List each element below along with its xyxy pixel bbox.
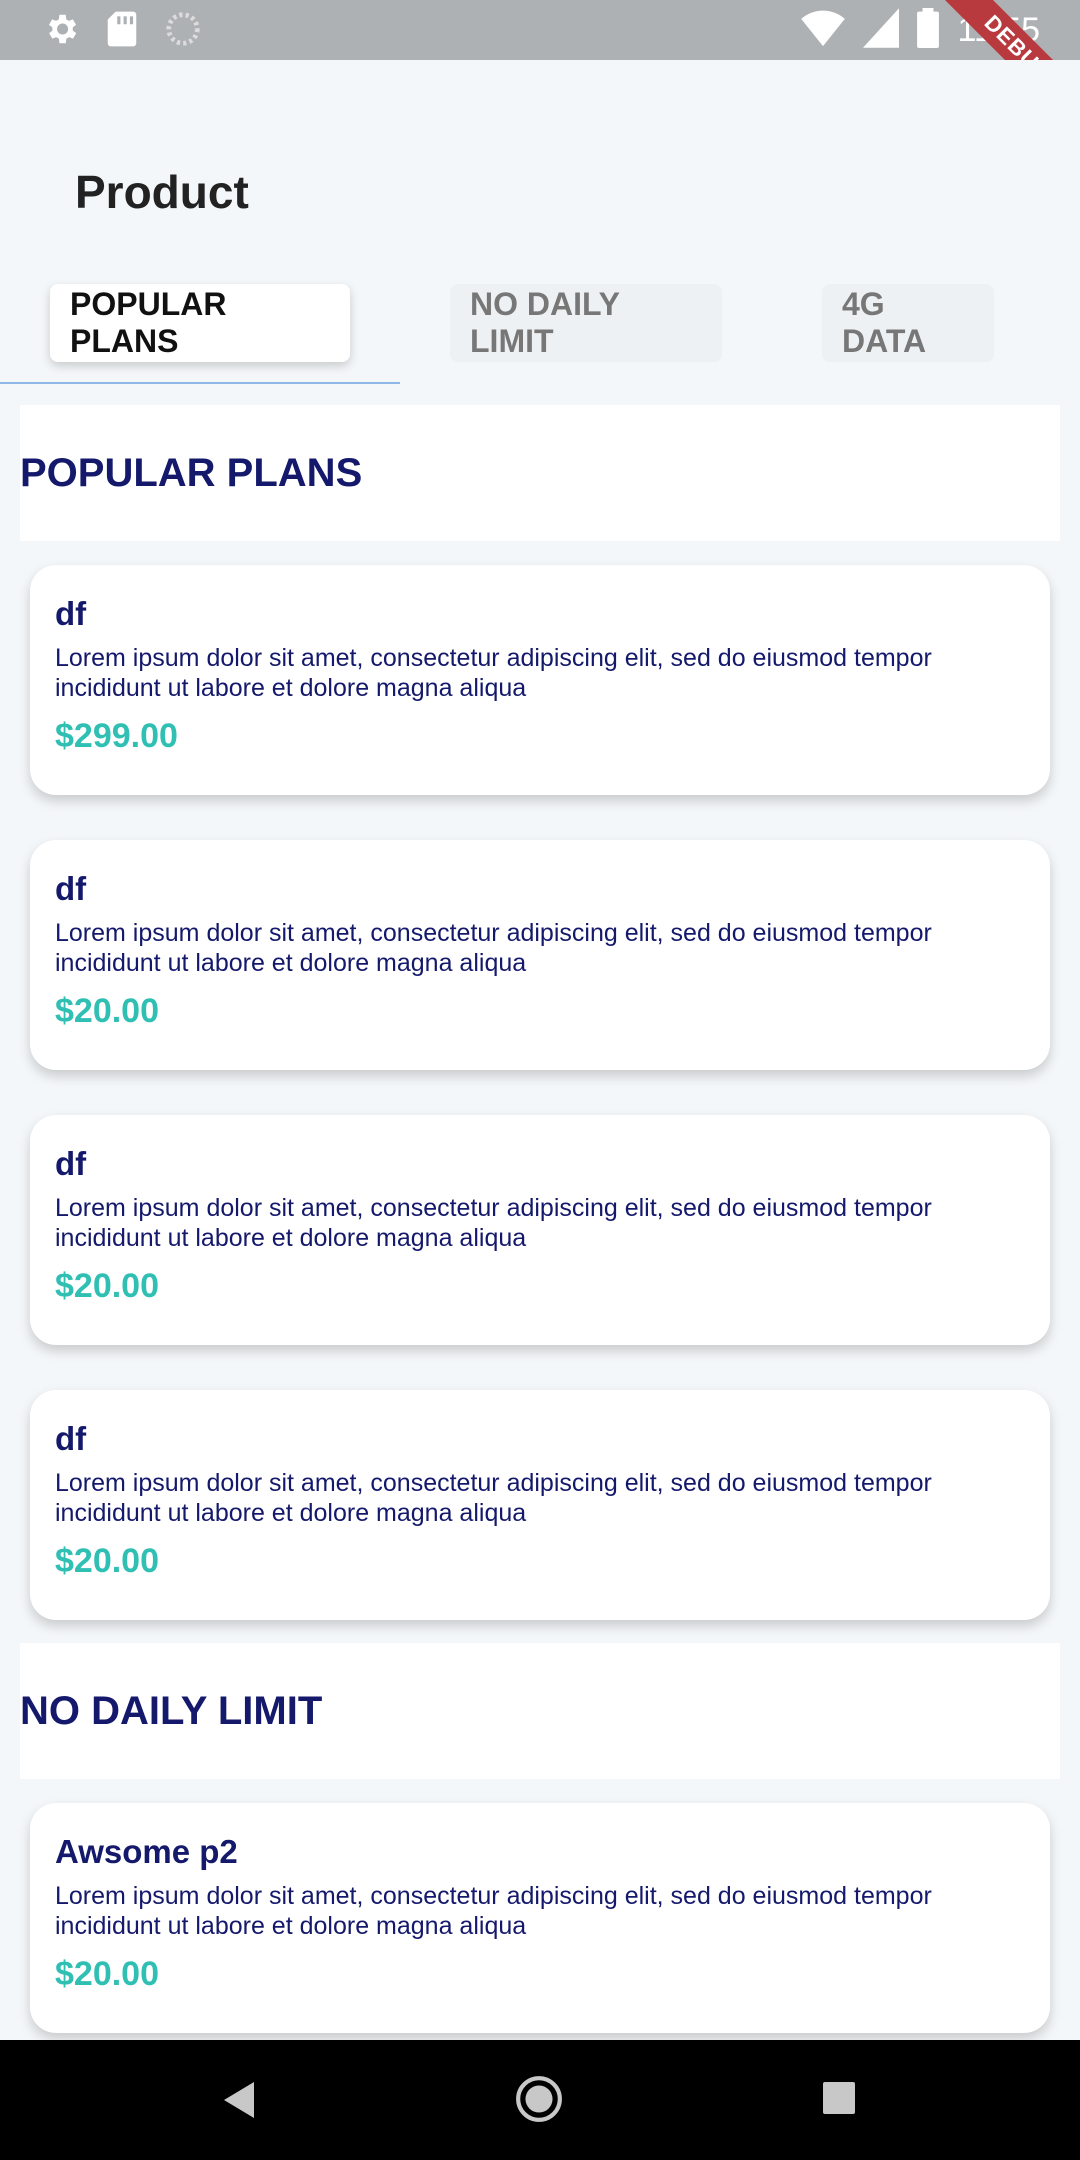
section-header-no-daily-limit: NO DAILY LIMIT <box>20 1643 1060 1779</box>
plan-card[interactable]: df Lorem ipsum dolor sit amet, consectet… <box>30 1115 1050 1345</box>
plan-description: Lorem ipsum dolor sit amet, consectetur … <box>55 644 932 702</box>
plan-card[interactable]: df Lorem ipsum dolor sit amet, consectet… <box>30 840 1050 1070</box>
plan-name: df <box>55 1420 87 1457</box>
system-nav-bar <box>0 2040 1080 2160</box>
plan-price: $299.00 <box>55 717 178 755</box>
home-icon[interactable] <box>514 2074 564 2129</box>
sd-card-icon <box>106 10 138 53</box>
page-title: Product <box>75 166 249 218</box>
tab-popular-plans[interactable]: POPULAR PLANS <box>50 284 350 362</box>
section-header-popular-plans: POPULAR PLANS <box>20 405 1060 541</box>
section-title: POPULAR PLANS <box>20 450 363 495</box>
plan-name: df <box>55 870 87 907</box>
recents-icon[interactable] <box>823 2082 855 2119</box>
plan-price: $20.00 <box>55 1267 159 1305</box>
status-bar: 11:55 DEBUG <box>0 0 1080 60</box>
signal-icon <box>863 8 900 53</box>
section-title: NO DAILY LIMIT <box>20 1688 323 1733</box>
plan-price: $20.00 <box>55 1542 159 1580</box>
plan-list[interactable]: POPULAR PLANS df Lorem ipsum dolor sit a… <box>0 405 1080 2040</box>
plan-name: Awsome p2 <box>55 1833 238 1870</box>
plan-description: Lorem ipsum dolor sit amet, consectetur … <box>55 1469 932 1527</box>
plan-description: Lorem ipsum dolor sit amet, consectetur … <box>55 919 932 977</box>
back-icon[interactable] <box>222 2080 258 2125</box>
tab-4g-data[interactable]: 4G DATA <box>822 284 994 362</box>
plan-description: Lorem ipsum dolor sit amet, consectetur … <box>55 1882 932 1940</box>
wifi-icon <box>801 8 846 53</box>
plan-price: $20.00 <box>55 992 159 1030</box>
plan-description: Lorem ipsum dolor sit amet, consectetur … <box>55 1194 932 1252</box>
tab-bar: POPULAR PLANS NO DAILY LIMIT 4G DATA <box>0 280 1080 384</box>
status-left-icons <box>42 10 202 53</box>
plan-name: df <box>55 595 87 632</box>
gear-icon <box>42 10 80 53</box>
tab-no-daily-limit[interactable]: NO DAILY LIMIT <box>450 284 722 362</box>
plan-price: $20.00 <box>55 1955 159 1993</box>
plan-card[interactable]: Awsome p2 Lorem ipsum dolor sit amet, co… <box>30 1803 1050 2033</box>
plan-card[interactable]: df Lorem ipsum dolor sit amet, consectet… <box>30 565 1050 795</box>
plan-card[interactable]: df Lorem ipsum dolor sit amet, consectet… <box>30 1390 1050 1620</box>
plan-name: df <box>55 1145 87 1182</box>
circle-icon <box>164 10 202 53</box>
tab-indicator <box>0 382 400 384</box>
battery-icon <box>917 8 940 53</box>
